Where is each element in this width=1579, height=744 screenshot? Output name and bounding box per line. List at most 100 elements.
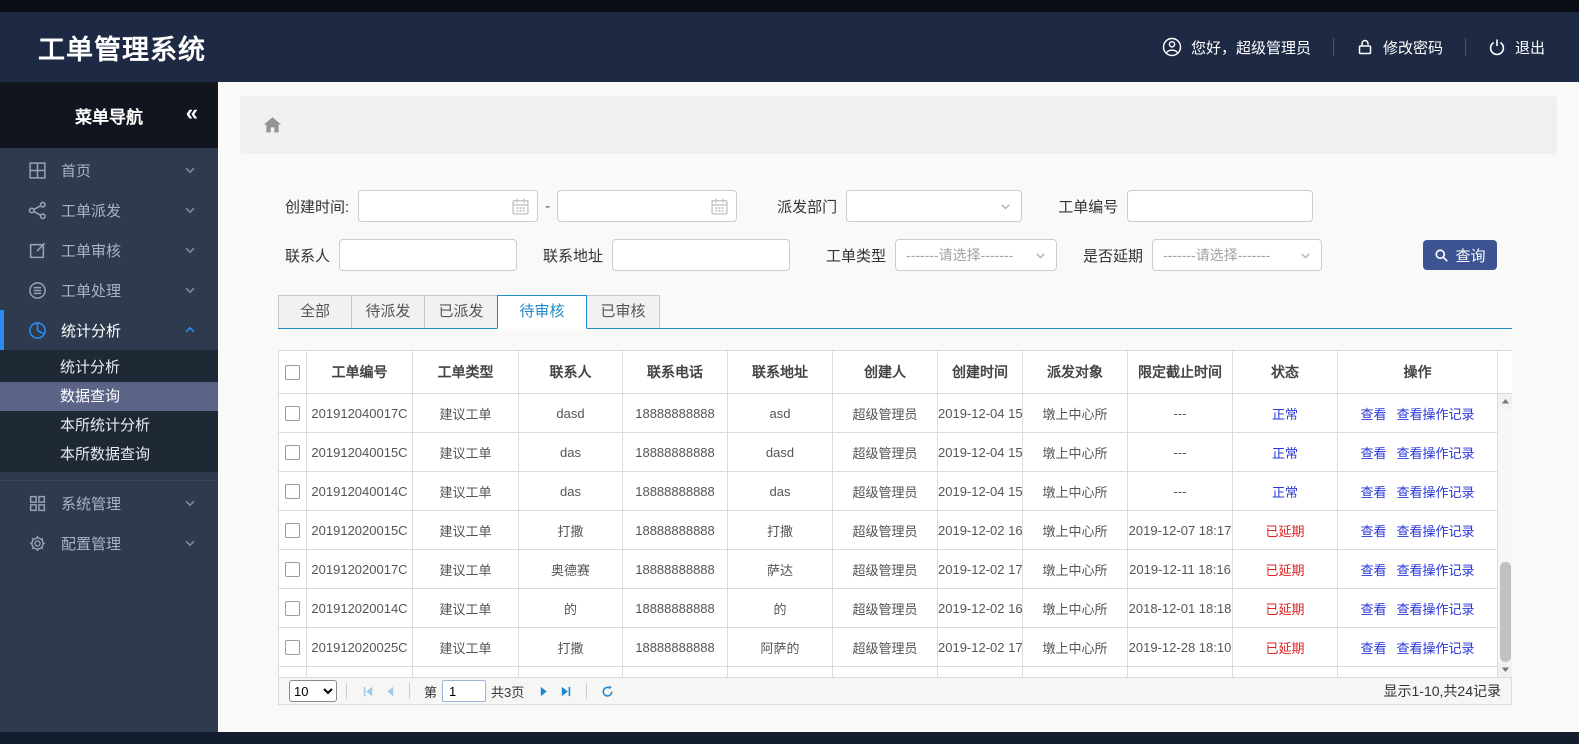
row-checkbox[interactable] [285, 405, 300, 421]
scroll-up-arrow[interactable] [1498, 394, 1512, 409]
order-no-field[interactable] [1128, 191, 1313, 221]
search-button[interactable]: 查询 [1423, 240, 1497, 270]
table-row: 201912020014C 建议工单 的 18888888888 的 超级管理员… [278, 588, 1512, 628]
status-tab[interactable]: 全部 [278, 295, 352, 328]
created-time-start-input[interactable] [358, 190, 539, 222]
calendar-icon[interactable] [710, 197, 729, 216]
change-password-button[interactable]: 修改密码 [1356, 37, 1443, 58]
cell-deadline: --- [1127, 471, 1233, 511]
sidebar-item-home[interactable]: 首页 [0, 150, 218, 190]
page-size-select[interactable]: 10 [289, 680, 337, 702]
sidebar-item-process[interactable]: 工单处理 [0, 270, 218, 310]
cell-actions: 查看 查看操作记录 [1337, 510, 1498, 550]
sidebar-item-dispatch[interactable]: 工单派发 [0, 190, 218, 230]
cell-contact: 打撒 [518, 627, 623, 667]
table-row: 201912020015C 建议工单 打撒 18888888888 打撒 超级管… [278, 510, 1512, 550]
row-checkbox[interactable] [285, 444, 300, 460]
calendar-icon[interactable] [511, 197, 530, 216]
logout-button[interactable]: 退出 [1488, 37, 1545, 58]
row-checkbox[interactable] [285, 522, 300, 538]
sidebar-item-config[interactable]: 配置管理 [0, 523, 218, 563]
view-link[interactable]: 查看 [1360, 602, 1386, 617]
view-history-link[interactable]: 查看操作记录 [1397, 407, 1475, 422]
created-time-end-input[interactable] [557, 190, 738, 222]
col-header: 操作 [1337, 350, 1498, 394]
page-number-input[interactable] [442, 680, 487, 702]
cell-actions: 查看 查看操作记录 [1337, 393, 1498, 433]
edit-icon [28, 241, 47, 260]
status-tab[interactable]: 待派发 [351, 295, 425, 328]
last-page-button[interactable] [555, 680, 577, 702]
cell-contact: 奥德赛 [518, 549, 623, 589]
address-input[interactable] [612, 239, 791, 271]
next-page-button[interactable] [533, 680, 555, 702]
database-icon [28, 281, 47, 300]
contact-input[interactable] [339, 239, 518, 271]
view-link[interactable]: 查看 [1360, 563, 1386, 578]
status-tab[interactable]: 已派发 [424, 295, 498, 328]
cell-address: dasd [727, 432, 833, 472]
sidebar-submenu-item[interactable]: 统计分析 [0, 353, 218, 382]
chevron-down-icon [182, 282, 198, 298]
power-icon [1488, 38, 1506, 56]
row-select-cell [278, 510, 307, 550]
col-header: 联系电话 [622, 350, 728, 394]
home-icon[interactable] [262, 115, 283, 136]
status-tab[interactable]: 已审核 [586, 295, 660, 328]
cell-order-type: 建议工单 [412, 510, 519, 550]
sidebar-submenu-item[interactable]: 数据查询 [0, 382, 218, 411]
page-prefix-label: 第 [424, 684, 438, 700]
cell-status: 已延期 [1232, 510, 1338, 550]
scrollbar-thumb[interactable] [1500, 562, 1511, 662]
cell-creator: 超级管理员 [832, 588, 938, 628]
chevron-down-icon [182, 535, 198, 551]
sidebar-submenu-item[interactable]: 本所统计分析 [0, 411, 218, 440]
cell-dispatch-target: 墩上中心所 [1022, 471, 1128, 511]
prev-page-button[interactable] [378, 680, 400, 702]
view-history-link[interactable]: 查看操作记录 [1397, 524, 1475, 539]
view-history-link[interactable]: 查看操作记录 [1397, 563, 1475, 578]
cell-order-id: 201912020015C [306, 510, 413, 550]
pagination-divider [586, 683, 588, 699]
header-divider [1464, 38, 1466, 56]
view-history-link[interactable]: 查看操作记录 [1397, 641, 1475, 656]
first-page-button[interactable] [356, 680, 378, 702]
contact-field[interactable] [340, 240, 517, 270]
user-greeting[interactable]: 您好，超级管理员 [1162, 37, 1311, 58]
row-checkbox[interactable] [285, 600, 300, 616]
top-strip [0, 0, 1579, 12]
view-history-link[interactable]: 查看操作记录 [1397, 485, 1475, 500]
refresh-button[interactable] [596, 680, 618, 702]
delay-select[interactable]: -------请选择------- [1152, 239, 1323, 271]
row-checkbox[interactable] [285, 561, 300, 577]
select-all-checkbox[interactable] [285, 364, 300, 380]
cell-dispatch-target: 墩上中心所 [1022, 549, 1128, 589]
view-link[interactable]: 查看 [1360, 446, 1386, 461]
order-no-input[interactable] [1127, 190, 1314, 222]
sidebar-submenu-item[interactable]: 本所数据查询 [0, 440, 218, 469]
sidebar-item-system[interactable]: 系统管理 [0, 483, 218, 523]
view-link[interactable]: 查看 [1360, 641, 1386, 656]
pagination-bar: 10 第 共3页 显示1-10,共24记录 [278, 677, 1512, 705]
row-checkbox[interactable] [285, 483, 300, 499]
order-no-label: 工单编号 [1058, 198, 1119, 216]
scroll-down-arrow[interactable] [1498, 662, 1512, 677]
sidebar-item-label: 系统管理 [61, 495, 122, 513]
sidebar-item-review[interactable]: 工单审核 [0, 230, 218, 270]
view-link[interactable]: 查看 [1360, 524, 1386, 539]
table-scrollbar[interactable] [1497, 394, 1512, 677]
view-history-link[interactable]: 查看操作记录 [1397, 602, 1475, 617]
row-select-cell [278, 627, 307, 667]
view-link[interactable]: 查看 [1360, 407, 1386, 422]
view-history-link[interactable]: 查看操作记录 [1397, 446, 1475, 461]
department-select[interactable] [846, 190, 1023, 222]
status-tab[interactable]: 待审核 [497, 295, 587, 329]
view-link[interactable]: 查看 [1360, 485, 1386, 500]
address-field[interactable] [613, 240, 790, 270]
col-header: 工单类型 [412, 350, 519, 394]
type-select[interactable]: -------请选择------- [895, 239, 1058, 271]
bottom-strip [0, 732, 1579, 744]
sidebar-item-statistics[interactable]: 统计分析 [0, 310, 218, 350]
sidebar-collapse-icon[interactable]: « [186, 100, 198, 126]
row-checkbox[interactable] [285, 639, 300, 655]
